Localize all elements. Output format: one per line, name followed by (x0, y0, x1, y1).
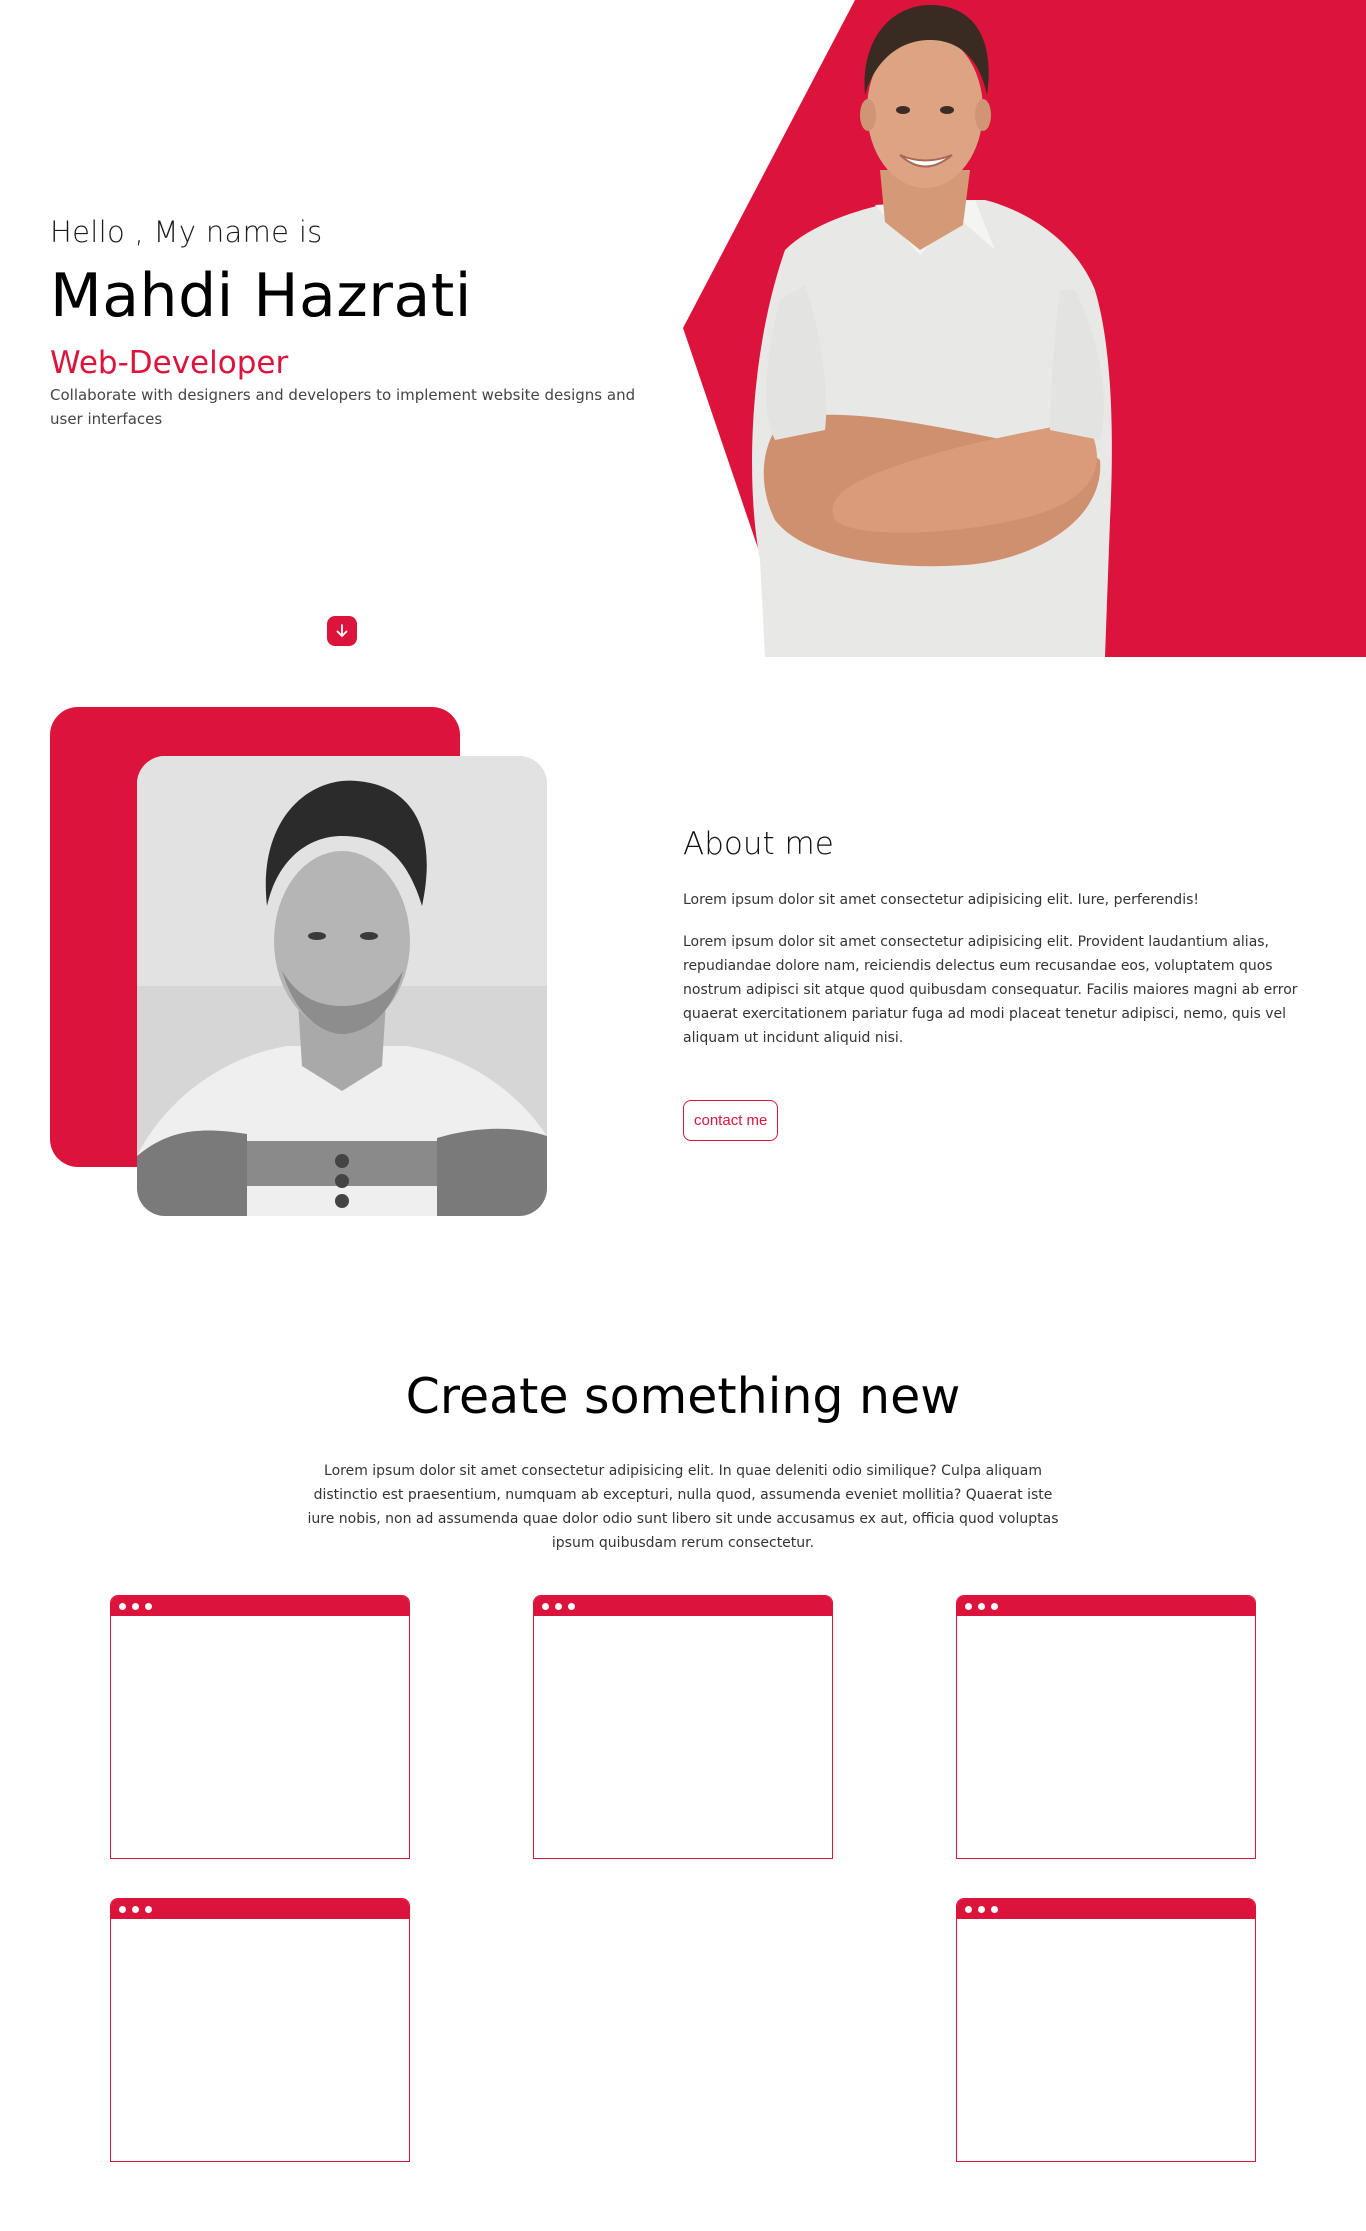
window-dot-icon (542, 1602, 549, 1610)
hero-intro: Hello , My name is Mahdi Hazrati Web-Dev… (50, 215, 650, 431)
projects-description: Lorem ipsum dolor sit amet consectetur a… (307, 1463, 1059, 1551)
projects-title: Create something new (405, 1368, 961, 1425)
window-title-bar (111, 1899, 409, 1919)
hero-section: Hello , My name is Mahdi Hazrati Web-Dev… (0, 0, 1366, 657)
window-dot-icon (132, 1905, 139, 1913)
project-card[interactable] (533, 1595, 833, 1859)
window-dot-icon (555, 1602, 562, 1610)
window-dot-icon (978, 1905, 985, 1913)
contact-me-button[interactable]: contact me (683, 1100, 779, 1141)
window-dot-icon (978, 1602, 985, 1610)
window-title-bar (957, 1899, 1255, 1919)
window-dot-icon (568, 1602, 575, 1610)
hero-name: Mahdi Hazrati (50, 261, 472, 331)
hero-portrait-image (752, 5, 1112, 657)
window-dot-icon (991, 1602, 998, 1610)
arrow-down-icon (336, 624, 348, 637)
project-card[interactable] (110, 1898, 410, 2162)
hero-role: Web-Developer (50, 345, 289, 381)
window-title-bar (111, 1596, 409, 1616)
window-title-bar (957, 1596, 1255, 1616)
project-card[interactable] (110, 1595, 410, 1859)
window-dot-icon (145, 1905, 152, 1913)
window-dot-icon (965, 1602, 972, 1610)
about-photo (137, 756, 547, 1216)
about-paragraph-2: Lorem ipsum dolor sit amet consectetur a… (683, 934, 1298, 1046)
window-dot-icon (965, 1905, 972, 1913)
window-dot-icon (145, 1602, 152, 1610)
window-dot-icon (119, 1602, 126, 1610)
scroll-down-button[interactable] (327, 616, 357, 646)
window-dot-icon (991, 1905, 998, 1913)
project-card[interactable] (956, 1898, 1256, 2162)
about-portrait-image (137, 756, 547, 1216)
about-title: About me (683, 826, 834, 862)
about-paragraph-1: Lorem ipsum dolor sit amet consectetur a… (683, 892, 1199, 908)
hero-greeting: Hello , My name is (50, 215, 323, 249)
project-card[interactable] (956, 1595, 1256, 1859)
about-content: About me Lorem ipsum dolor sit amet cons… (683, 826, 1335, 1141)
window-dot-icon (119, 1905, 126, 1913)
hero-tagline: Collaborate with designers and developer… (50, 386, 636, 428)
window-dot-icon (132, 1602, 139, 1610)
window-title-bar (534, 1596, 832, 1616)
